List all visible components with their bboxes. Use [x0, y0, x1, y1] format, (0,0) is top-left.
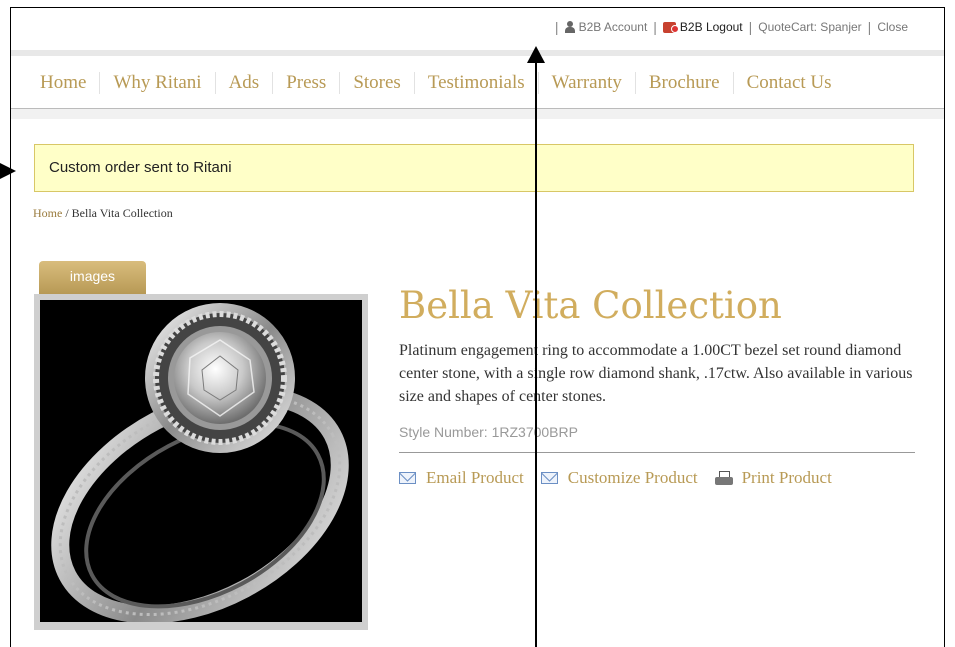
email-product-label: Email Product: [426, 468, 524, 487]
nav-item-why-ritani[interactable]: Why Ritani: [99, 72, 214, 94]
product-image[interactable]: [40, 300, 362, 622]
breadcrumb-home-link[interactable]: Home: [33, 206, 62, 220]
print-product-label: Print Product: [741, 468, 832, 487]
nav-divider: [11, 109, 944, 119]
status-message: Custom order sent to Ritani: [34, 144, 914, 192]
b2b-logout-link[interactable]: B2B Logout: [680, 20, 743, 34]
separator: |: [748, 19, 753, 35]
nav-item-home[interactable]: Home: [11, 72, 99, 94]
separator: |: [554, 19, 559, 35]
separator: |: [653, 19, 657, 35]
style-number: Style Number: 1RZ3700BRP: [399, 424, 578, 440]
top-utility-bar: | B2B Account | B2B Logout | QuoteCart: …: [11, 8, 944, 50]
nav-item-ads[interactable]: Ads: [214, 72, 273, 94]
nav-item-stores[interactable]: Stores: [339, 72, 414, 94]
annotation-arrow-left: [0, 163, 16, 179]
quotecart-link[interactable]: QuoteCart: Spanjer: [758, 20, 861, 34]
logout-icon: [662, 21, 679, 33]
annotation-arrow-line: [535, 62, 537, 647]
email-product-button[interactable]: Email Product: [399, 468, 524, 488]
header-divider: [11, 50, 944, 56]
browser-page: | B2B Account | B2B Logout | QuoteCart: …: [10, 7, 945, 647]
ring-image: [51, 303, 349, 622]
print-product-button[interactable]: Print Product: [714, 468, 832, 488]
tab-images[interactable]: images: [39, 261, 146, 294]
b2b-account-link[interactable]: B2B Account: [579, 20, 648, 34]
breadcrumb-separator: /: [62, 206, 72, 220]
separator: |: [867, 19, 872, 35]
divider: [399, 452, 915, 453]
printer-icon: [714, 470, 733, 486]
product-title: Bella Vita Collection: [399, 284, 782, 327]
breadcrumb: Home / Bella Vita Collection: [33, 206, 173, 221]
breadcrumb-current: Bella Vita Collection: [71, 206, 173, 220]
nav-item-testimonials[interactable]: Testimonials: [413, 72, 538, 94]
annotation-arrow-head: [527, 46, 545, 63]
mail-icon: [399, 472, 416, 484]
close-link[interactable]: Close: [877, 20, 908, 34]
user-icon: [564, 21, 575, 33]
nav-item-brochure[interactable]: Brochure: [634, 72, 733, 94]
product-description: Platinum engagement ring to accommodate …: [399, 342, 913, 405]
main-nav: Home Why Ritani Ads Press Stores Testimo…: [11, 58, 944, 109]
customize-product-button[interactable]: Customize Product: [540, 468, 698, 488]
nav-item-warranty[interactable]: Warranty: [537, 72, 635, 94]
product-image-frame: [34, 294, 368, 630]
product-actions: Email Product Customize Product Print Pr…: [399, 468, 849, 488]
mail-icon: [540, 472, 558, 484]
nav-item-contact-us[interactable]: Contact Us: [732, 72, 845, 94]
nav-item-press[interactable]: Press: [272, 72, 339, 94]
customize-product-label: Customize Product: [567, 468, 698, 487]
